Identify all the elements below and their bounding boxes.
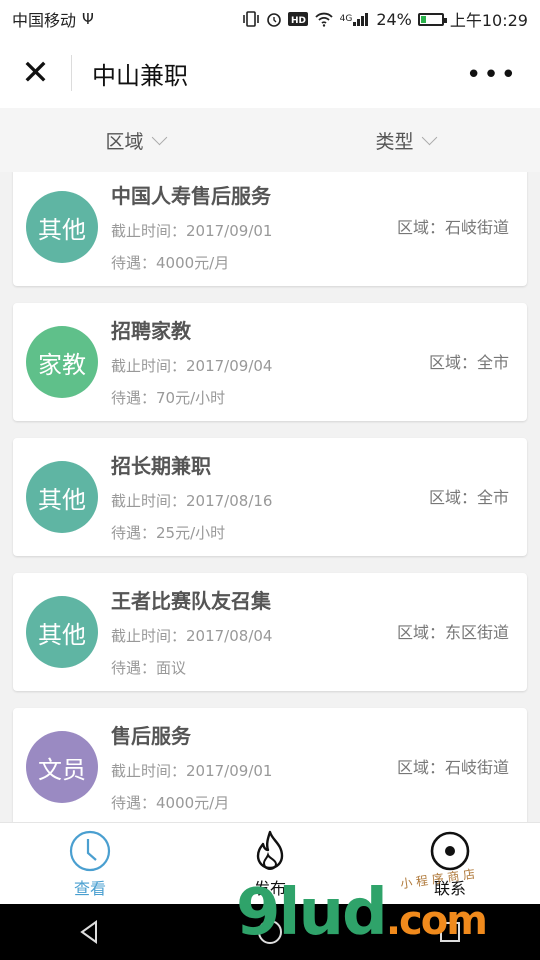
flame-icon xyxy=(256,830,284,870)
battery-icon xyxy=(417,12,447,26)
job-area: 区域：全市 xyxy=(428,353,509,372)
filter-area[interactable]: 区域 xyxy=(0,108,270,172)
hd-icon: HD xyxy=(287,12,308,26)
status-right: HD 4G 24% 上午10:29 xyxy=(242,7,528,31)
job-area: 区域：石岐街道 xyxy=(396,218,509,237)
category-avatar: 其他 xyxy=(26,191,98,263)
tab-view[interactable]: 查看 xyxy=(0,823,180,904)
category-avatar: 家教 xyxy=(26,326,98,398)
alarm-icon xyxy=(266,13,281,27)
carrier-name: 中国移动 xyxy=(12,11,77,30)
job-list[interactable]: 其他 中国人寿售后服务 截止时间：2017/09/01 待遇：4000元/月 区… xyxy=(0,172,540,822)
job-pay: 待遇：4000元/月 xyxy=(111,794,230,812)
job-deadline: 截止时间：2017/08/16 xyxy=(111,492,273,510)
more-button[interactable]: ••• xyxy=(466,60,518,90)
job-pay: 待遇：4000元/月 xyxy=(111,254,230,272)
job-area: 区域：东区街道 xyxy=(396,623,509,642)
category-avatar: 其他 xyxy=(26,596,98,668)
wifi-icon xyxy=(314,12,333,27)
category-avatar: 其他 xyxy=(26,461,98,533)
job-deadline: 截止时间：2017/09/01 xyxy=(111,222,273,240)
category-avatar: 文员 xyxy=(26,731,98,803)
job-card[interactable]: 其他 中国人寿售后服务 截止时间：2017/09/01 待遇：4000元/月 区… xyxy=(13,172,527,286)
clock-icon xyxy=(69,830,111,871)
filter-type-label: 类型 xyxy=(375,130,414,153)
watermark-logo: 9lud.com xyxy=(236,876,488,950)
job-deadline: 截止时间：2017/09/01 xyxy=(111,762,273,780)
job-deadline: 截止时间：2017/09/04 xyxy=(111,357,273,375)
signal-icon xyxy=(353,13,369,26)
filter-type[interactable]: 类型 xyxy=(270,108,540,172)
chevron-down-icon xyxy=(421,129,437,145)
more-icon: ••• xyxy=(465,60,518,90)
status-bar: 中国移动 Ψ HD 4G 24% 上午10:29 xyxy=(0,0,540,38)
chevron-down-icon xyxy=(151,129,167,145)
job-title: 招长期兼职 xyxy=(111,454,211,478)
close-button[interactable]: ✕ xyxy=(0,53,72,93)
watermark-main: 9lud xyxy=(236,876,388,950)
job-title: 招聘家教 xyxy=(111,319,191,343)
job-area: 区域：全市 xyxy=(428,488,509,507)
job-area: 区域：石岐街道 xyxy=(396,758,509,777)
back-icon[interactable] xyxy=(76,918,104,946)
status-left: 中国移动 Ψ xyxy=(12,7,94,31)
usb-icon: Ψ xyxy=(82,10,94,28)
job-card[interactable]: 其他 招长期兼职 截止时间：2017/08/16 待遇：25元/小时 区域：全市 xyxy=(13,438,527,556)
job-card[interactable]: 家教 招聘家教 截止时间：2017/09/04 待遇：70元/小时 区域：全市 xyxy=(13,303,527,421)
svg-text:HD: HD xyxy=(291,16,306,26)
job-card[interactable]: 文员 售后服务 截止时间：2017/09/01 待遇：4000元/月 区域：石岐… xyxy=(13,708,527,822)
battery-fill xyxy=(420,15,427,23)
job-card[interactable]: 其他 王者比赛队友召集 截止时间：2017/08/04 待遇：面议 区域：东区街… xyxy=(13,573,527,691)
job-title: 中国人寿售后服务 xyxy=(111,184,271,208)
clock-time: 上午10:29 xyxy=(449,11,528,30)
filter-area-label: 区域 xyxy=(105,130,144,153)
page-title: 中山兼职 xyxy=(92,61,188,90)
nav-bar: ✕ 中山兼职 ••• xyxy=(0,38,540,108)
job-deadline: 截止时间：2017/08/04 xyxy=(111,627,273,645)
job-title: 售后服务 xyxy=(111,724,191,748)
vibrate-icon xyxy=(242,11,259,27)
close-icon: ✕ xyxy=(21,53,50,93)
network-type: 4G xyxy=(339,14,353,24)
watermark-suffix: .com xyxy=(385,898,488,944)
battery-percent: 24% xyxy=(376,9,412,29)
job-pay: 待遇：70元/小时 xyxy=(111,389,226,407)
filter-bar: 区域 类型 xyxy=(0,108,540,172)
tab-view-label: 查看 xyxy=(73,878,106,898)
job-pay: 待遇：面议 xyxy=(111,659,187,677)
job-title: 王者比赛队友召集 xyxy=(111,589,271,613)
job-pay: 待遇：25元/小时 xyxy=(111,524,226,542)
